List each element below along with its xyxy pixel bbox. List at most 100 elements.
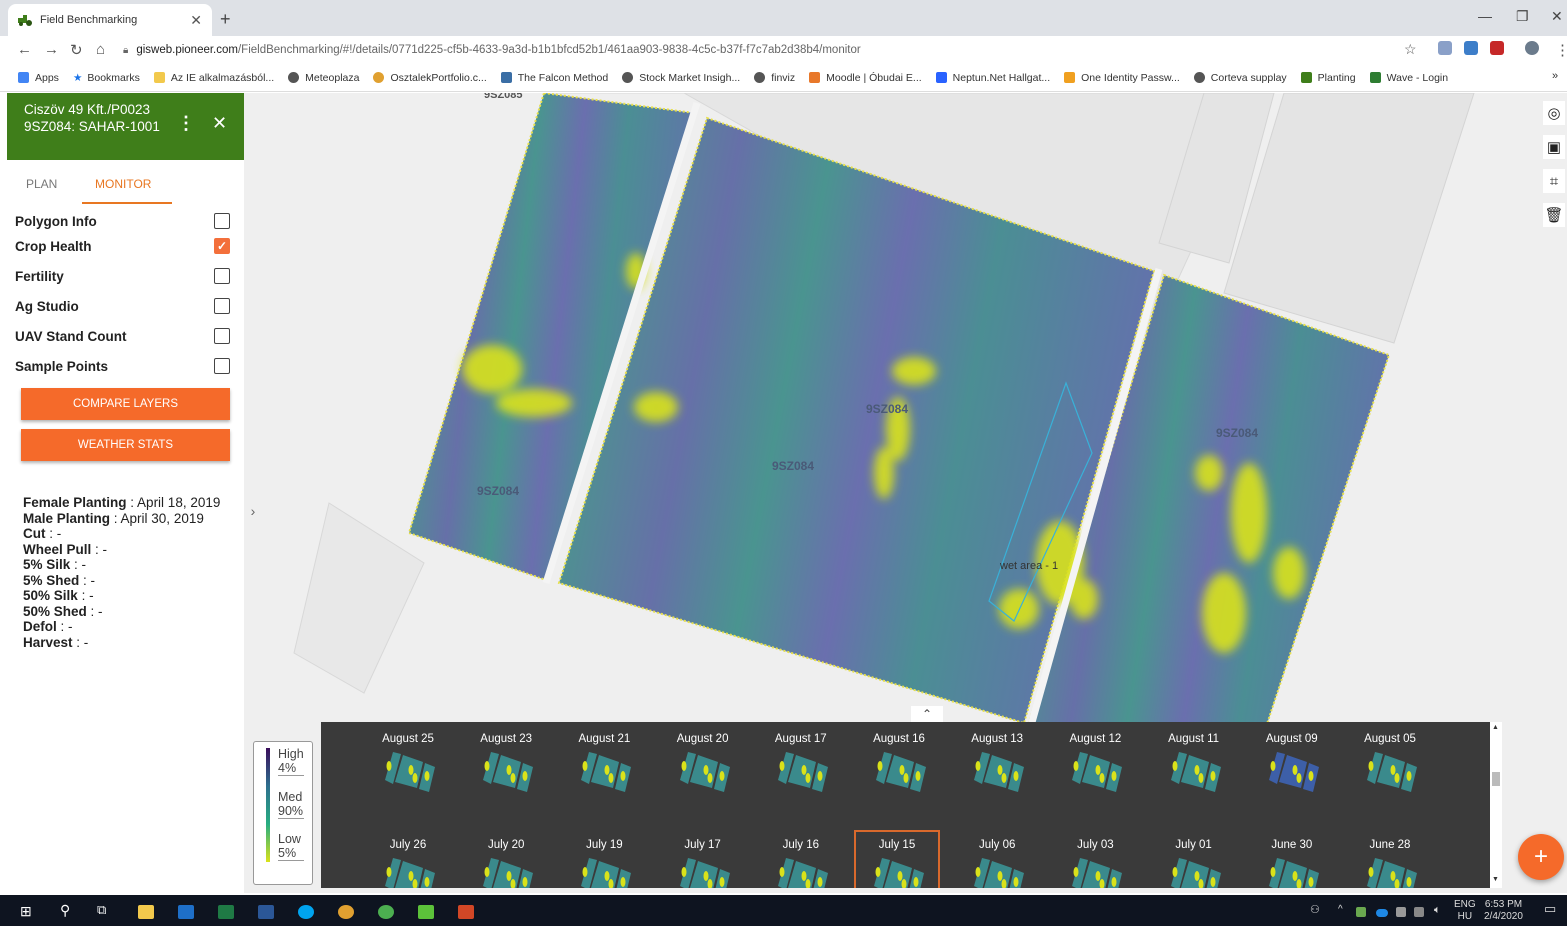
timeline-thumbnail[interactable]: July 16 (758, 836, 844, 888)
image-icon[interactable]: ▣ (1543, 135, 1565, 159)
timeline-thumbnail[interactable]: June 28 (1347, 836, 1433, 888)
back-icon[interactable]: ← (17, 41, 32, 58)
close-icon[interactable]: ✕ (212, 114, 227, 132)
layer-uav-stand-count[interactable]: UAV Stand Count (15, 325, 230, 347)
bookmark-apps[interactable]: Apps (18, 72, 59, 84)
close-window-icon[interactable]: ✕ (1551, 8, 1563, 25)
file-explorer-icon[interactable] (138, 905, 154, 919)
excel-icon[interactable] (218, 905, 234, 919)
scroll-thumb[interactable] (1492, 772, 1500, 786)
search-icon[interactable]: ⚲ (60, 902, 70, 919)
home-icon[interactable]: ⌂ (96, 41, 105, 58)
crop-icon[interactable]: ⌗ (1543, 169, 1565, 193)
timeline-thumbnail[interactable]: July 17 (660, 836, 746, 888)
bookmark-item[interactable]: finviz (754, 72, 795, 84)
bookmark-item[interactable]: Moodle | Óbudai E... (809, 72, 922, 84)
timeline-thumbnail[interactable]: August 25 (365, 730, 451, 792)
reload-icon[interactable]: ↻ (70, 41, 83, 59)
layer-checkbox[interactable] (214, 268, 230, 284)
tab-plan[interactable]: PLAN (26, 177, 57, 191)
timeline-thumbnail[interactable]: July 20 (463, 836, 549, 888)
timeline-thumbnail[interactable]: July 26 (365, 836, 451, 888)
timeline-thumbnail[interactable]: August 16 (856, 730, 942, 792)
layer-checkbox[interactable] (214, 298, 230, 314)
browser-tab[interactable]: Field Benchmarking ✕ (8, 4, 212, 36)
forward-icon[interactable]: → (44, 41, 59, 58)
bookmark-item[interactable]: OsztalekPortfolio.c... (373, 72, 487, 84)
extension-icon[interactable] (1490, 41, 1504, 55)
task-view-icon[interactable]: ⧉ (97, 902, 106, 918)
restore-icon[interactable]: ❐ (1516, 8, 1529, 25)
layer-checkbox[interactable] (214, 213, 230, 229)
tab-monitor[interactable]: MONITOR (95, 177, 151, 191)
tray-overflow-icon[interactable]: ^ (1338, 904, 1343, 916)
language-indicator[interactable]: ENG HU (1454, 899, 1476, 923)
chrome-icon[interactable] (338, 905, 354, 919)
tab-close-icon[interactable]: ✕ (190, 12, 202, 29)
bookmark-item[interactable]: Az IE alkalmazásból... (153, 72, 274, 84)
timeline-thumbnail[interactable]: August 20 (660, 730, 746, 792)
timeline-thumbnail[interactable]: July 03 (1052, 836, 1138, 888)
layer-checkbox[interactable]: ✓ (214, 238, 230, 254)
timeline-thumbnail[interactable]: August 09 (1249, 730, 1335, 792)
scroll-down-icon[interactable]: ▼ (1492, 876, 1499, 883)
timeline-thumbnail[interactable]: July 06 (954, 836, 1040, 888)
timeline-thumbnail[interactable]: August 13 (954, 730, 1040, 792)
qgis-icon[interactable] (378, 905, 394, 919)
layer-sample-points[interactable]: Sample Points (15, 355, 230, 377)
extension-icon[interactable] (1464, 41, 1478, 55)
timeline-thumbnail[interactable]: June 30 (1249, 836, 1335, 888)
timeline-thumbnail[interactable]: August 23 (463, 730, 549, 792)
bookmark-item[interactable]: ★ Bookmarks (73, 72, 140, 84)
timeline-thumbnail[interactable]: July 01 (1151, 836, 1237, 888)
layer-ag-studio[interactable]: Ag Studio (15, 295, 230, 317)
layer-fertility[interactable]: Fertility (15, 265, 230, 287)
timeline-thumbnail[interactable]: August 21 (561, 730, 647, 792)
layer-crop-health[interactable]: Crop Health ✓ (15, 235, 230, 257)
outlook-icon[interactable] (178, 905, 194, 919)
app-icon[interactable] (418, 905, 434, 919)
tray-app-icon[interactable] (1356, 907, 1366, 917)
notifications-icon[interactable]: ▭ (1544, 902, 1556, 915)
bookmark-item[interactable]: One Identity Passw... (1064, 72, 1180, 84)
clock[interactable]: 6:53 PM 2/4/2020 (1484, 899, 1523, 923)
display-icon[interactable] (1414, 907, 1424, 917)
timeline-collapse-chevron-icon[interactable]: ⌃ (911, 706, 943, 722)
onedrive-icon[interactable] (1376, 909, 1388, 917)
weather-stats-button[interactable]: WEATHER STATS (21, 429, 230, 461)
windows-start-icon[interactable]: ⊞ (20, 903, 32, 920)
more-vert-icon[interactable]: ⋮ (177, 114, 195, 132)
timeline-thumbnail[interactable]: July 19 (561, 836, 647, 888)
trash-icon[interactable]: 🗑︎ (1543, 203, 1565, 227)
timeline-scrollbar[interactable]: ▲ ▼ (1490, 722, 1502, 888)
volume-icon[interactable]: 🔈︎ (1434, 904, 1441, 916)
star-icon[interactable]: ☆ (1404, 41, 1417, 58)
bookmark-item[interactable]: Neptun.Net Hallgat... (935, 72, 1050, 84)
bookmarks-overflow[interactable]: » (1552, 70, 1558, 82)
new-tab-button[interactable]: + (220, 9, 231, 30)
bookmark-item[interactable]: The Falcon Method (500, 72, 608, 84)
compare-layers-button[interactable]: COMPARE LAYERS (21, 388, 230, 420)
bookmark-item[interactable]: Corteva supplay (1193, 72, 1287, 84)
add-button[interactable]: + (1518, 834, 1564, 880)
layer-checkbox[interactable] (214, 328, 230, 344)
bookmark-item[interactable]: Stock Market Insigh... (622, 72, 740, 84)
bookmark-item[interactable]: Meteoplaza (288, 72, 359, 84)
url-field[interactable]: 🔒︎ gisweb.pioneer.com /FieldBenchmarking… (123, 39, 1423, 61)
scroll-up-icon[interactable]: ▲ (1492, 724, 1499, 731)
network-icon[interactable] (1396, 907, 1406, 917)
skype-icon[interactable] (298, 905, 314, 919)
timeline-thumbnail[interactable]: August 12 (1052, 730, 1138, 792)
bookmark-item[interactable]: Wave - Login (1369, 72, 1448, 84)
menu-icon[interactable]: ⋮ (1555, 41, 1567, 59)
extension-icon[interactable] (1438, 41, 1452, 55)
people-icon[interactable]: ⚇ (1310, 904, 1320, 916)
timeline-thumbnail[interactable]: August 05 (1347, 730, 1433, 792)
timeline-thumbnail[interactable]: July 15 (854, 830, 940, 888)
collapse-panel-chevron-icon[interactable]: › (244, 494, 262, 528)
minimize-icon[interactable]: — (1478, 8, 1492, 24)
word-icon[interactable] (258, 905, 274, 919)
powerpoint-icon[interactable] (458, 905, 474, 919)
timeline-thumbnail[interactable]: August 17 (758, 730, 844, 792)
profile-avatar[interactable] (1525, 41, 1539, 55)
